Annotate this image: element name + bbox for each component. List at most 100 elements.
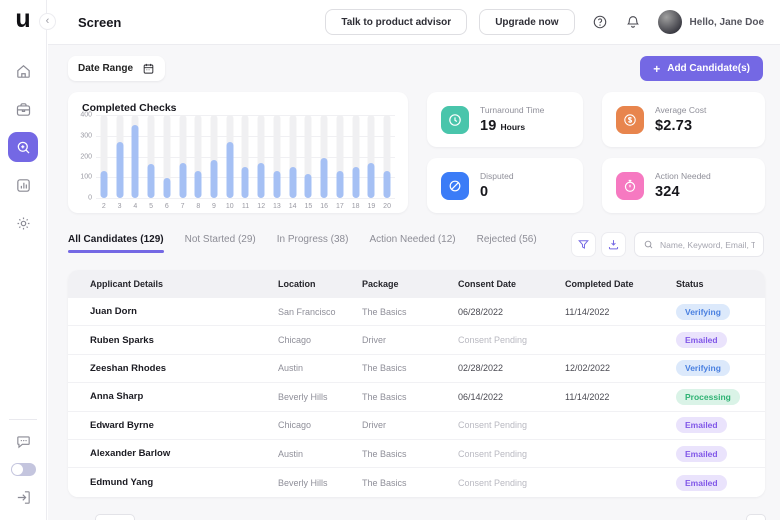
cell-consent-date: Consent Pending: [458, 449, 565, 459]
status-badge: Emailed: [676, 332, 727, 348]
top-header: Screen Talk to product advisor Upgrade n…: [48, 0, 780, 45]
y-tick-label: 300: [80, 132, 92, 139]
tab-rejected-56[interactable]: Rejected (56): [477, 234, 537, 253]
add-candidates-button[interactable]: + Add Candidate(s): [640, 56, 763, 81]
home-icon: [15, 63, 32, 80]
stat-card-average-cost: Average Cost $2.73: [602, 92, 765, 147]
stat-label: Average Cost: [655, 105, 706, 115]
status-badge: Verifying: [676, 360, 730, 376]
cell-applicant-name: Anna Sharp: [90, 391, 278, 402]
y-tick-label: 0: [88, 195, 92, 202]
logout-icon[interactable]: [15, 489, 32, 506]
cell-consent-date: 02/28/2022: [458, 363, 565, 373]
date-range-label: Date Range: [78, 63, 133, 74]
stat-unit: Hours: [501, 122, 526, 132]
search-input[interactable]: [660, 240, 755, 250]
sidebar-collapse-button[interactable]: ‹: [39, 13, 56, 30]
sidebar-nav: [0, 56, 46, 238]
sidebar-bottom: [0, 419, 46, 506]
talk-to-advisor-button[interactable]: Talk to product advisor: [325, 9, 467, 35]
add-candidates-label: Add Candidate(s): [667, 63, 750, 74]
stat-card-action-needed: Action Needed 324: [602, 158, 765, 213]
stat-card-turnaround-time: Turnaround Time 19 Hours: [427, 92, 583, 147]
cell-location: Austin: [278, 449, 362, 459]
stat-value: 0: [480, 184, 488, 200]
chart-bar: 17: [332, 115, 348, 198]
column-applicant-details: Applicant Details: [90, 279, 278, 289]
x-tick-label: 12: [257, 203, 265, 210]
chart-bar: 19: [363, 115, 379, 198]
y-tick-label: 100: [80, 174, 92, 181]
cell-location: Beverly Hills: [278, 392, 362, 402]
table-row[interactable]: Anna Sharp Beverly Hills The Basics 06/1…: [68, 383, 765, 411]
sidebar-item-settings[interactable]: [8, 208, 38, 238]
status-badge: Verifying: [676, 304, 730, 320]
chart-bar: 15: [301, 115, 317, 198]
column-completed-date: Completed Date: [565, 279, 676, 289]
plus-icon: +: [653, 62, 660, 76]
cell-applicant-name: Ruben Sparks: [90, 335, 278, 346]
stat-value: 19: [480, 118, 497, 134]
table-row[interactable]: Ruben Sparks Chicago Driver Consent Pend…: [68, 326, 765, 354]
upgrade-now-button[interactable]: Upgrade now: [479, 9, 574, 35]
notifications-bell-icon[interactable]: [625, 14, 641, 30]
x-tick-label: 11: [242, 203, 249, 210]
user-avatar[interactable]: [658, 10, 682, 34]
status-badge: Processing: [676, 389, 740, 405]
x-tick-label: 9: [212, 203, 216, 210]
date-range-button[interactable]: Date Range: [68, 56, 165, 81]
x-tick-label: 14: [289, 203, 297, 210]
tab-not-started-29[interactable]: Not Started (29): [185, 234, 256, 253]
chat-icon[interactable]: [15, 433, 32, 450]
help-icon[interactable]: [592, 14, 608, 30]
stat-label: Disputed: [480, 171, 514, 181]
clock-icon: [441, 106, 469, 134]
table-row[interactable]: Juan Dorn San Francisco The Basics 06/28…: [68, 298, 765, 326]
cell-package: Driver: [362, 420, 458, 430]
cell-location: Chicago: [278, 420, 362, 430]
pagination-next-button[interactable]: [746, 514, 766, 520]
export-download-button[interactable]: [601, 232, 626, 257]
table-row[interactable]: Edmund Yang Beverly Hills The Basics Con…: [68, 468, 765, 496]
column-status: Status: [676, 279, 765, 289]
table-row[interactable]: Alexander Barlow Austin The Basics Conse…: [68, 440, 765, 468]
x-tick-label: 7: [181, 203, 185, 210]
cell-completed-date: 11/14/2022: [565, 392, 676, 402]
theme-toggle[interactable]: [11, 463, 36, 476]
search-icon: [15, 139, 32, 156]
x-tick-label: 17: [336, 203, 344, 210]
cell-applicant-name: Zeeshan Rhodes: [90, 363, 278, 374]
column-location: Location: [278, 279, 362, 289]
chart-bar: 3: [112, 115, 128, 198]
table-header-row: Applicant Details Location Package Conse…: [68, 270, 765, 298]
chart-bar: 7: [175, 115, 191, 198]
cell-applicant-name: Juan Dorn: [90, 306, 278, 317]
chart-bar: 16: [316, 115, 332, 198]
sidebar-item-briefcase[interactable]: [8, 94, 38, 124]
y-tick-label: 200: [80, 153, 92, 160]
x-tick-label: 19: [367, 203, 375, 210]
main-content: Date Range + Add Candidate(s) Completed …: [48, 45, 780, 520]
pagination-previous-button[interactable]: [95, 514, 135, 520]
cell-consent-date: Consent Pending: [458, 335, 565, 345]
completed-checks-chart-card: Completed Checks 4003002001000 2 3 4 5 6…: [68, 92, 408, 213]
cell-applicant-name: Edward Byrne: [90, 420, 278, 431]
sidebar-item-search[interactable]: [8, 132, 38, 162]
dollar-icon: [616, 106, 644, 134]
cell-consent-date: 06/14/2022: [458, 392, 565, 402]
settings-icon: [15, 215, 32, 232]
sidebar-item-reports[interactable]: [8, 170, 38, 200]
tab-all-candidates-129[interactable]: All Candidates (129): [68, 234, 164, 253]
cell-package: Driver: [362, 335, 458, 345]
table-row[interactable]: Edward Byrne Chicago Driver Consent Pend…: [68, 412, 765, 440]
column-consent-date: Consent Date: [458, 279, 565, 289]
x-tick-label: 10: [226, 203, 234, 210]
chart-bars: 2 3 4 5 6 7 8 9 10 11 12 13 14 15 16 17 …: [96, 115, 395, 198]
tab-in-progress-38[interactable]: In Progress (38): [277, 234, 349, 253]
filter-button[interactable]: [571, 232, 596, 257]
sidebar-item-home[interactable]: [8, 56, 38, 86]
chart-plot-area: 2 3 4 5 6 7 8 9 10 11 12 13 14 15 16 17 …: [96, 115, 395, 198]
tab-action-needed-12[interactable]: Action Needed (12): [369, 234, 455, 253]
table-row[interactable]: Zeeshan Rhodes Austin The Basics 02/28/2…: [68, 355, 765, 383]
cell-completed-date: 11/14/2022: [565, 307, 676, 317]
